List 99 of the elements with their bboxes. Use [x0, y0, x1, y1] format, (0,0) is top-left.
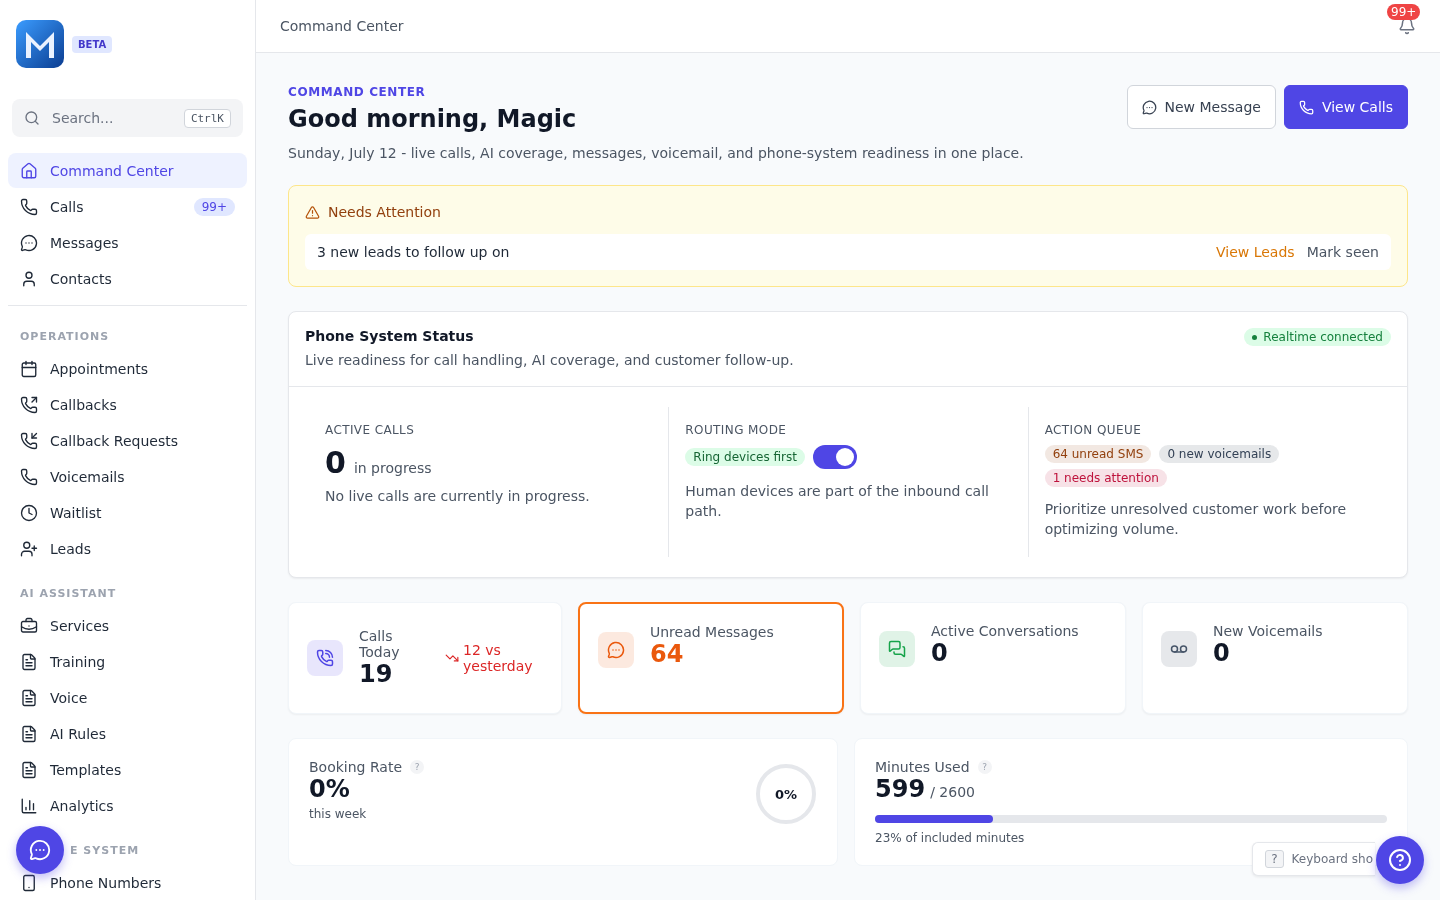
- nav-item[interactable]: Command Center: [8, 153, 247, 188]
- stat-value: 0: [931, 639, 949, 667]
- document-icon: [20, 724, 38, 743]
- home-icon: [20, 161, 38, 180]
- calendar-icon: [20, 359, 38, 378]
- phone-incoming-icon: [20, 431, 38, 450]
- phone-outgoing-icon: [20, 395, 38, 414]
- beta-badge: BETA: [72, 35, 113, 53]
- stat-card[interactable]: New Voicemails 0: [1142, 602, 1408, 714]
- routing-chip: Ring devices first: [685, 448, 805, 466]
- stat-value: 19: [359, 660, 394, 688]
- phone-icon: [20, 197, 38, 216]
- routing-toggle[interactable]: [812, 445, 857, 469]
- add-person-icon: [20, 539, 38, 558]
- stat-label: Calls Today: [359, 628, 401, 660]
- nav-item[interactable]: Leads: [8, 531, 247, 566]
- column-label: ROUTING MODE: [685, 423, 788, 437]
- stat-label: New Voicemails: [1213, 623, 1323, 639]
- bell-icon[interactable]: [1398, 17, 1416, 35]
- stat-label: Active Conversations: [931, 623, 1079, 639]
- notification-badge: 99+: [1387, 4, 1421, 20]
- document-icon: [20, 652, 38, 671]
- progress-ring: 0%: [755, 763, 817, 825]
- alert-title: Needs Attention: [328, 204, 441, 220]
- count-badge: 99+: [193, 197, 235, 216]
- search-field[interactable]: Search... CtrlK: [12, 99, 243, 137]
- unit-text: in progress: [353, 460, 432, 476]
- nav-item[interactable]: Training: [8, 644, 247, 679]
- page-subtitle: Sunday, July 12 - live calls, AI coverage, messages, voicemail, and phone-system readiness in one place.: [288, 145, 1024, 161]
- page-title: Good morning, Magic: [288, 105, 578, 133]
- chat-icon: [1141, 99, 1157, 115]
- metric-value: 599: [875, 775, 926, 803]
- stat-card[interactable]: Unread Messages 64: [578, 602, 844, 714]
- active-calls-value: 0: [325, 445, 346, 480]
- logo-icon: [16, 20, 64, 68]
- card-title: Phone System Status: [305, 328, 475, 344]
- status-badge: Realtime connected: [1244, 328, 1391, 346]
- bar-chart-icon: [20, 796, 38, 815]
- section-title: E SYSTEM: [70, 844, 141, 857]
- nav-item[interactable]: Voice: [8, 680, 247, 715]
- nav-item[interactable]: Templates: [8, 752, 247, 787]
- search-icon: [24, 110, 40, 126]
- breadcrumb: Command Center: [280, 18, 404, 34]
- alert-link[interactable]: Mark seen: [1306, 244, 1379, 260]
- nav-item[interactable]: Callback Requests: [8, 423, 247, 458]
- new-message-button[interactable]: New Message: [1126, 85, 1276, 129]
- metric-caption: this week: [309, 807, 368, 821]
- card-subtitle: Live readiness for call handling, AI coverage, and customer follow-up.: [305, 352, 794, 368]
- shortcut-key: CtrlK: [183, 108, 231, 128]
- queue-chip: 1 needs attention: [1044, 469, 1167, 487]
- stat-card[interactable]: Active Conversations 0: [860, 602, 1126, 714]
- queue-chip: 0 new voicemails: [1159, 445, 1280, 463]
- stat-card[interactable]: Calls Today 19 12 vs yesterday: [288, 602, 562, 714]
- metric-label: Booking Rate: [309, 759, 403, 775]
- chat-icon: [29, 839, 51, 861]
- metric-label: Minutes Used: [875, 759, 970, 775]
- column-note: Human devices are part of the inbound call path.: [685, 482, 990, 522]
- stat-value: 0: [1213, 639, 1231, 667]
- nav-item[interactable]: Phone Numbers: [8, 865, 247, 900]
- column-note: No live calls are currently in progress.: [325, 487, 591, 506]
- document-icon: [20, 760, 38, 779]
- smartphone-icon: [20, 873, 38, 892]
- trend-text: 12 vs yesterday: [463, 642, 534, 674]
- nav-item[interactable]: Appointments: [8, 351, 247, 386]
- section-title: AI ASSISTANT: [19, 587, 118, 600]
- briefcase-icon: [20, 616, 38, 635]
- document-icon: [20, 688, 38, 707]
- help-button[interactable]: [1376, 836, 1424, 884]
- column-label: ACTION QUEUE: [1044, 423, 1143, 437]
- alert-message: 3 new leads to follow up on: [317, 244, 510, 260]
- stat-label: Unread Messages: [650, 624, 774, 640]
- metric-total: / 2600: [930, 784, 975, 800]
- nav-item[interactable]: Services: [8, 608, 247, 643]
- eyebrow-text: COMMAND CENTER: [288, 85, 427, 99]
- metric-caption: 23% of included minutes: [875, 831, 1026, 845]
- nav-item[interactable]: Waitlist: [8, 495, 247, 530]
- phone-icon: [1298, 99, 1314, 115]
- warning-icon: [305, 204, 320, 220]
- nav-item[interactable]: Voicemails: [8, 459, 247, 494]
- column-note: Prioritize unresolved customer work before optimizing volume.: [1044, 500, 1348, 540]
- stat-value: 64: [650, 640, 685, 668]
- clock-icon: [20, 503, 38, 522]
- chat-icon: [20, 233, 38, 252]
- queue-chip: 64 unread SMS: [1044, 445, 1152, 463]
- view-calls-button[interactable]: View Calls: [1283, 85, 1408, 129]
- phone-icon: [20, 467, 38, 486]
- column-label: ACTIVE CALLS: [325, 423, 416, 437]
- metric-value: 0%: [309, 775, 350, 803]
- person-icon: [20, 269, 38, 288]
- nav-item[interactable]: Contacts: [8, 261, 247, 296]
- help-icon: [1388, 848, 1412, 872]
- shortcut-hint[interactable]: ? Keyboard sho: [1252, 842, 1375, 876]
- nav-item[interactable]: Analytics: [8, 788, 247, 823]
- nav-item[interactable]: AI Rules: [8, 716, 247, 751]
- section-title: OPERATIONS: [19, 330, 111, 343]
- nav-item[interactable]: Calls 99+: [8, 189, 247, 224]
- nav-item[interactable]: Callbacks: [8, 387, 247, 422]
- nav-item[interactable]: Messages: [8, 225, 247, 260]
- chat-button[interactable]: [16, 826, 64, 874]
